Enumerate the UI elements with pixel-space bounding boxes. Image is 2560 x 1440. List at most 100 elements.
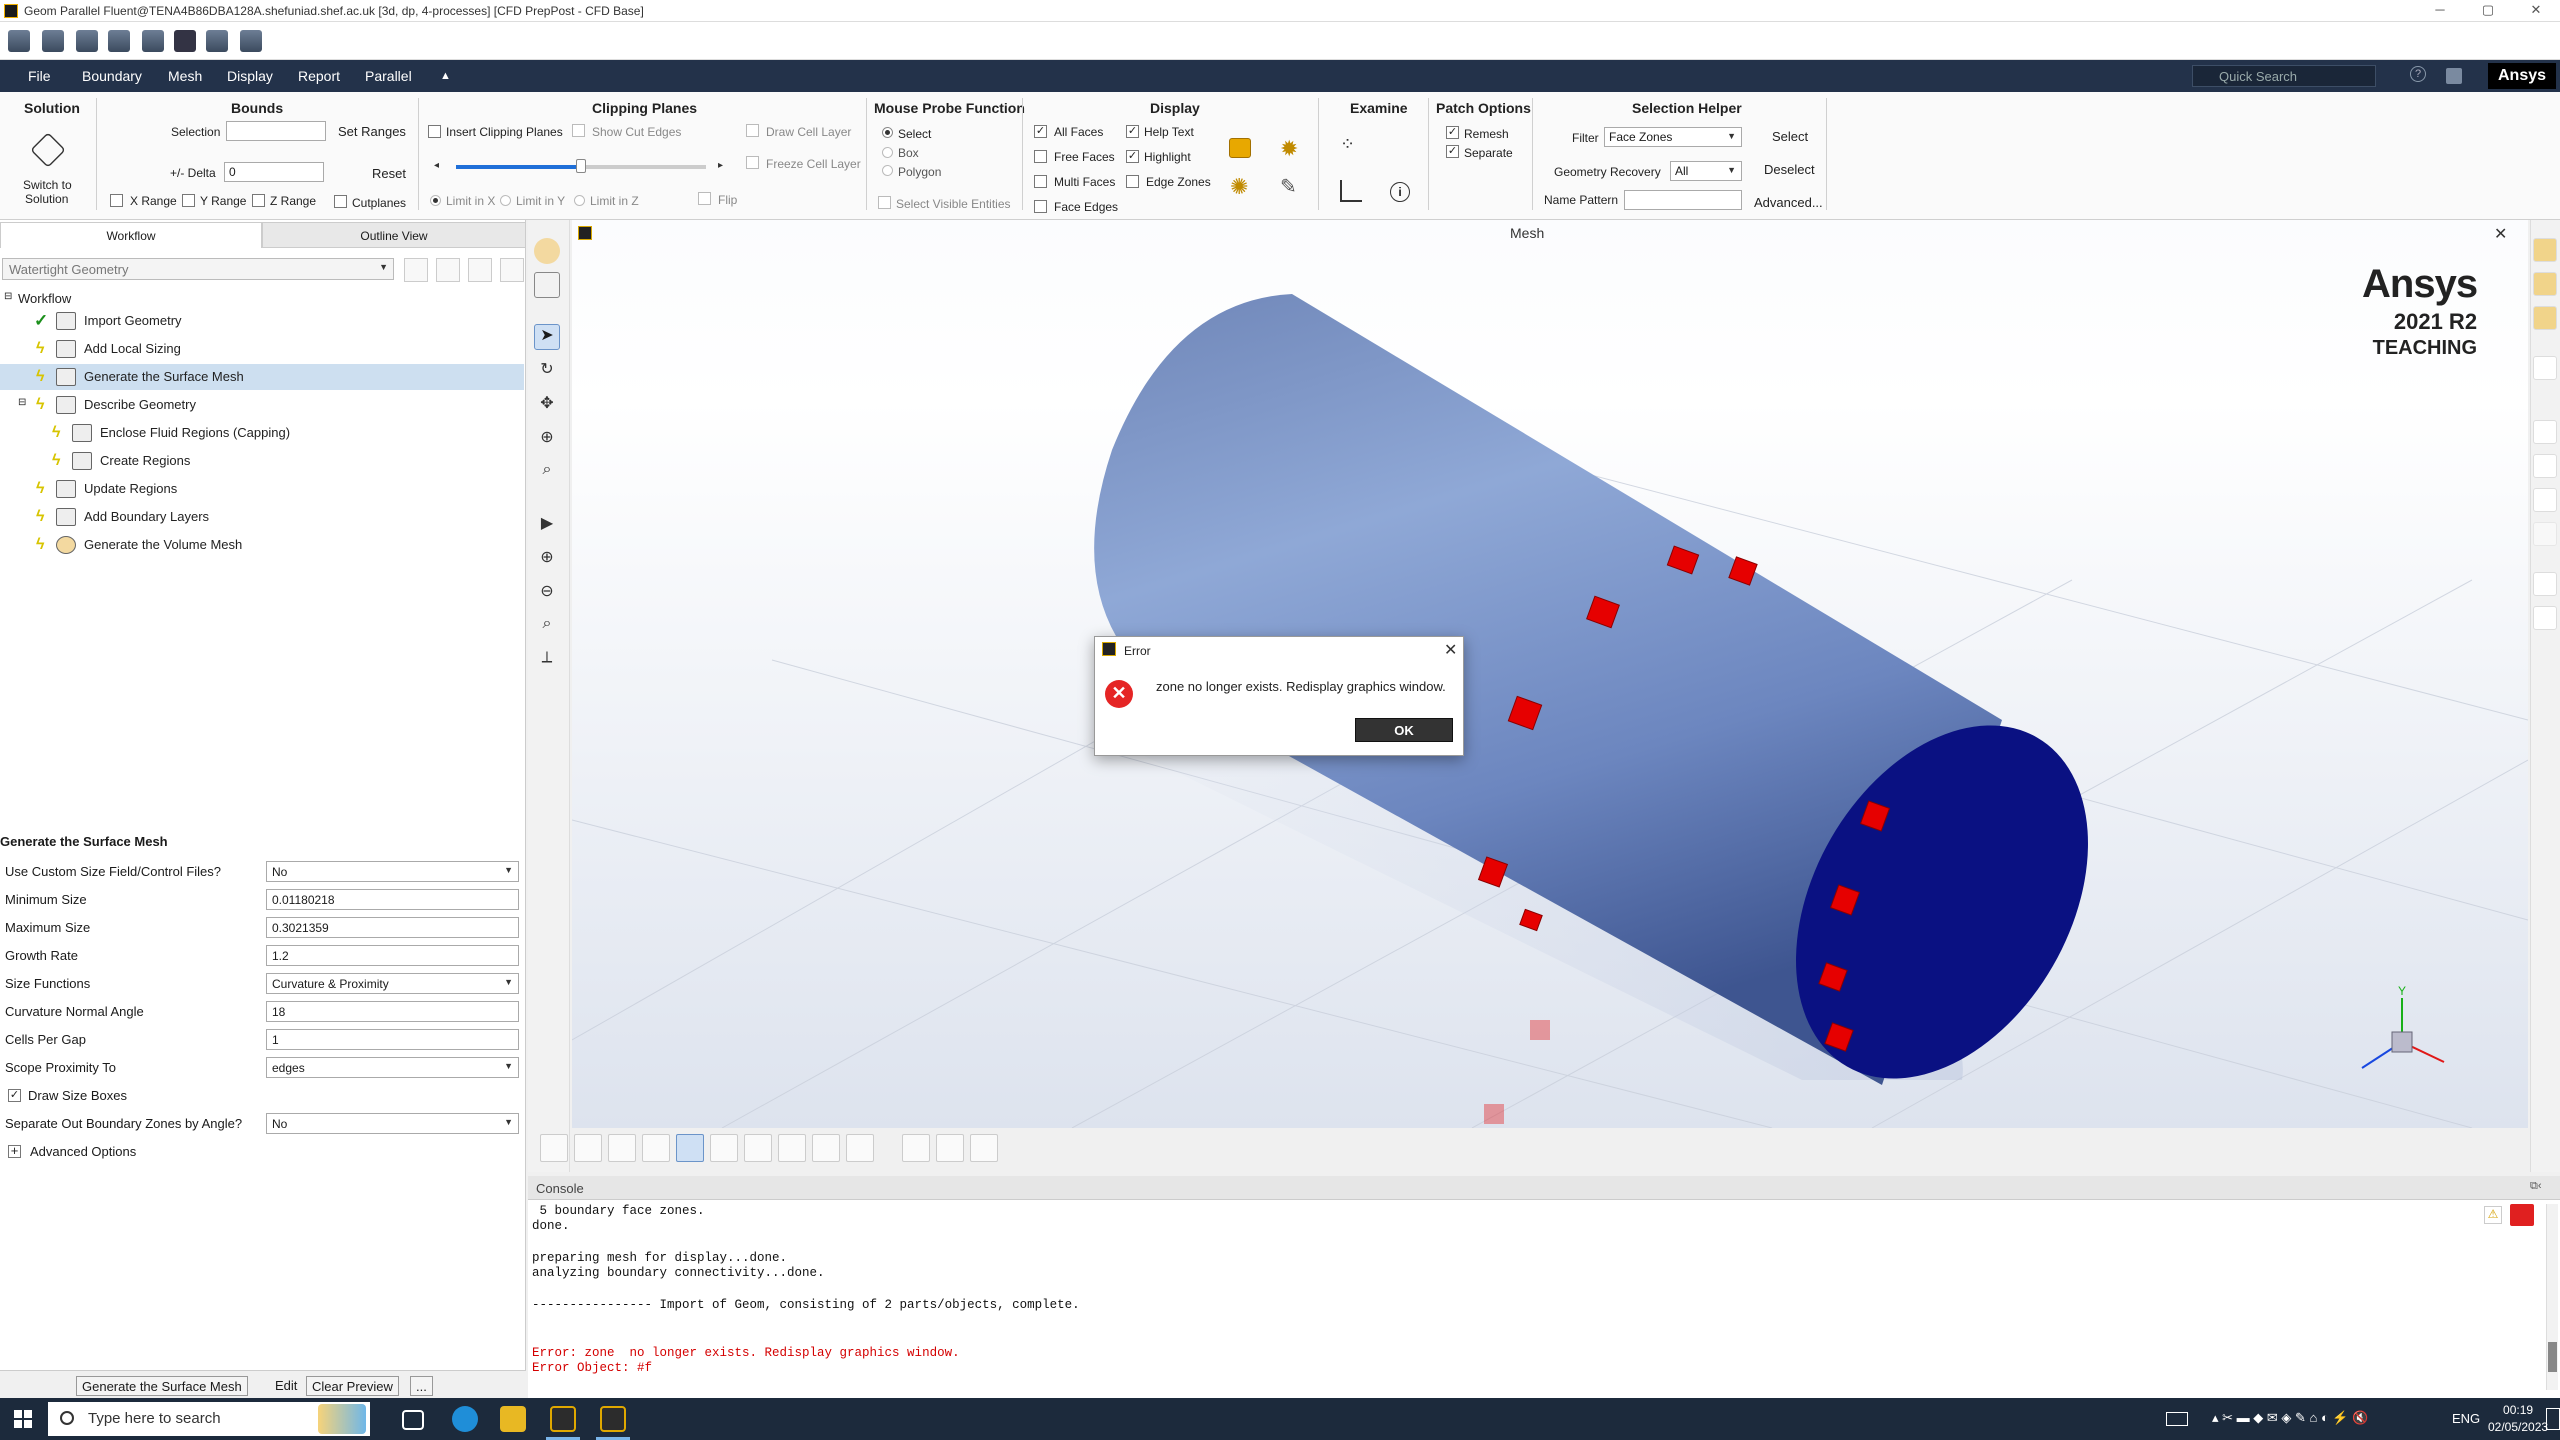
snapshot-icon[interactable] — [2533, 606, 2557, 630]
clip-slider-thumb[interactable] — [576, 159, 586, 173]
all-faces-checkbox[interactable]: ✓ — [1034, 125, 1047, 138]
tray-icons[interactable]: ▴ ✂ ▬ ◆ ✉ ◈ ✎ ⌂ ◐ ⚡ 🔇 — [2212, 1410, 2368, 1426]
select-nodes-icon[interactable] — [540, 1134, 568, 1162]
select-body-icon[interactable] — [744, 1134, 772, 1162]
name-pattern-input[interactable] — [1624, 190, 1742, 210]
zoom-out-icon[interactable]: ⊖ — [534, 580, 560, 606]
separate-checkbox[interactable]: ✓ — [1446, 145, 1459, 158]
delta-input[interactable]: 0 — [224, 162, 324, 182]
menu-boundary[interactable]: Boundary — [82, 68, 142, 84]
clear-selection-icon[interactable] — [936, 1134, 964, 1162]
highlight-checkbox[interactable]: ✓ — [1126, 150, 1139, 163]
edge-browser-icon[interactable] — [452, 1406, 478, 1432]
tree-row-add-boundary-layers[interactable]: ϟ Add Boundary Layers — [0, 504, 524, 530]
close-window-button[interactable]: ✕ — [2516, 2, 2556, 20]
growth-rate-input[interactable]: 1.2 — [266, 945, 519, 966]
minimum-size-input[interactable]: 0.01180218 — [266, 889, 519, 910]
cells-per-gap-input[interactable]: 1 — [266, 1029, 519, 1050]
edit-display-icon[interactable]: ✎ — [1280, 174, 1297, 199]
layout-icon[interactable] — [206, 30, 228, 52]
write-case-icon[interactable] — [76, 30, 98, 52]
edge-zones-checkbox[interactable] — [1126, 175, 1139, 188]
limit-x-radio[interactable] — [430, 195, 441, 206]
helper-select-button[interactable]: Select — [1772, 129, 1808, 144]
clear-preview-button[interactable]: Clear Preview — [306, 1376, 399, 1396]
geom-recovery-dropdown[interactable]: All — [1670, 161, 1742, 181]
edit-button[interactable]: Edit — [270, 1376, 302, 1396]
file-explorer-icon[interactable] — [500, 1406, 526, 1432]
journal-icon[interactable] — [142, 30, 164, 52]
notes-icon[interactable] — [2446, 68, 2462, 84]
helper-deselect-button[interactable]: Deselect — [1764, 162, 1815, 177]
console-panel[interactable] — [528, 1176, 2560, 1398]
ruler-icon[interactable] — [2533, 454, 2557, 478]
view-list-icon[interactable] — [534, 272, 560, 298]
fluent-taskbar-icon[interactable] — [600, 1406, 626, 1432]
flip-checkbox[interactable] — [698, 192, 711, 205]
open-workflow-icon[interactable] — [404, 258, 428, 282]
close-graphics-button[interactable]: ✕ — [2494, 224, 2507, 244]
limit-y-radio[interactable] — [500, 195, 511, 206]
z-range-checkbox[interactable] — [252, 194, 265, 207]
read-mesh-icon[interactable] — [8, 30, 30, 52]
help-text-checkbox[interactable]: ✓ — [1126, 125, 1139, 138]
view-side-icon[interactable] — [2533, 272, 2557, 296]
filter-selection-icon[interactable] — [902, 1134, 930, 1162]
scale-icon[interactable] — [2533, 522, 2557, 546]
generate-surface-mesh-button[interactable]: Generate the Surface Mesh — [76, 1376, 248, 1396]
tab-workflow[interactable]: Workflow — [0, 222, 262, 248]
refresh-workflow-icon[interactable] — [468, 258, 492, 282]
select-face-icon[interactable] — [642, 1134, 670, 1162]
select-multi-icon[interactable] — [846, 1134, 874, 1162]
limit-z-radio[interactable] — [574, 195, 585, 206]
select-zone-icon[interactable] — [676, 1134, 704, 1162]
layout-icon[interactable] — [2533, 572, 2557, 596]
invert-selection-icon[interactable] — [970, 1134, 998, 1162]
read-case-icon[interactable] — [42, 30, 64, 52]
remesh-checkbox[interactable]: ✓ — [1446, 126, 1459, 139]
tab-outline-view[interactable]: Outline View — [262, 222, 526, 248]
insert-clipping-checkbox[interactable] — [428, 125, 441, 138]
annotate-icon[interactable] — [2533, 488, 2557, 512]
settings-icon[interactable] — [240, 30, 262, 52]
curvature-normal-angle-input[interactable]: 18 — [266, 1001, 519, 1022]
display-mesh-icon[interactable] — [1229, 138, 1251, 158]
search-highlight-icon[interactable] — [318, 1404, 366, 1434]
graphics-window[interactable]: Y — [572, 220, 2528, 1128]
minimize-button[interactable]: ─ — [2420, 2, 2460, 20]
view-front-icon[interactable] — [2533, 238, 2557, 262]
draw-size-boxes-checkbox[interactable]: ✓ — [8, 1089, 21, 1102]
examine-nodes-icon[interactable]: ⁘ — [1340, 134, 1355, 155]
axes-icon[interactable] — [2533, 420, 2557, 444]
pointer-icon[interactable]: ➤ — [534, 324, 560, 350]
tree-row-generate-volume-mesh[interactable]: ϟ Generate the Volume Mesh — [0, 532, 524, 558]
graphics-options-icon[interactable]: ✺ — [1230, 174, 1248, 200]
pan-icon[interactable]: ✥ — [534, 392, 560, 418]
windows-start-icon[interactable] — [14, 1410, 32, 1428]
tree-row-generate-surface-mesh[interactable]: ϟ Generate the Surface Mesh — [0, 364, 524, 390]
multi-faces-checkbox[interactable] — [1034, 175, 1047, 188]
probe-box-radio[interactable] — [882, 147, 893, 158]
console-scrollbar[interactable] — [2546, 1204, 2558, 1390]
size-functions-dropdown[interactable]: Curvature & Proximity — [266, 973, 519, 994]
custom-size-field-dropdown[interactable]: No — [266, 861, 519, 882]
save-workflow-icon[interactable] — [436, 258, 460, 282]
stop-icon[interactable] — [2510, 1204, 2534, 1226]
rotate-icon[interactable]: ↻ — [534, 358, 560, 384]
keyboard-icon[interactable] — [2166, 1412, 2188, 1426]
more-options-button[interactable]: ... — [410, 1376, 433, 1396]
tree-row-add-local-sizing[interactable]: ϟ Add Local Sizing — [0, 336, 524, 362]
axis-view-icon[interactable]: ⟂ — [534, 648, 560, 674]
switch-to-solution-label-2[interactable]: Solution — [25, 192, 68, 206]
tree-row-import-geometry[interactable]: ✓ Import Geometry — [0, 308, 524, 334]
switch-to-solution-label-1[interactable]: Switch to — [23, 178, 72, 192]
maximize-button[interactable]: ▢ — [2468, 2, 2508, 20]
menu-file[interactable]: File — [28, 68, 51, 84]
scope-proximity-dropdown[interactable]: edges — [266, 1057, 519, 1078]
zoom-in-icon[interactable]: ⊕ — [534, 546, 560, 572]
expand-advanced-icon[interactable]: + — [8, 1144, 21, 1158]
quick-search-input[interactable]: Quick Search — [2192, 65, 2376, 87]
workbench-taskbar-icon[interactable] — [550, 1406, 576, 1432]
help-workflow-icon[interactable] — [500, 258, 524, 282]
workflow-type-dropdown[interactable]: Watertight Geometry — [2, 258, 394, 280]
